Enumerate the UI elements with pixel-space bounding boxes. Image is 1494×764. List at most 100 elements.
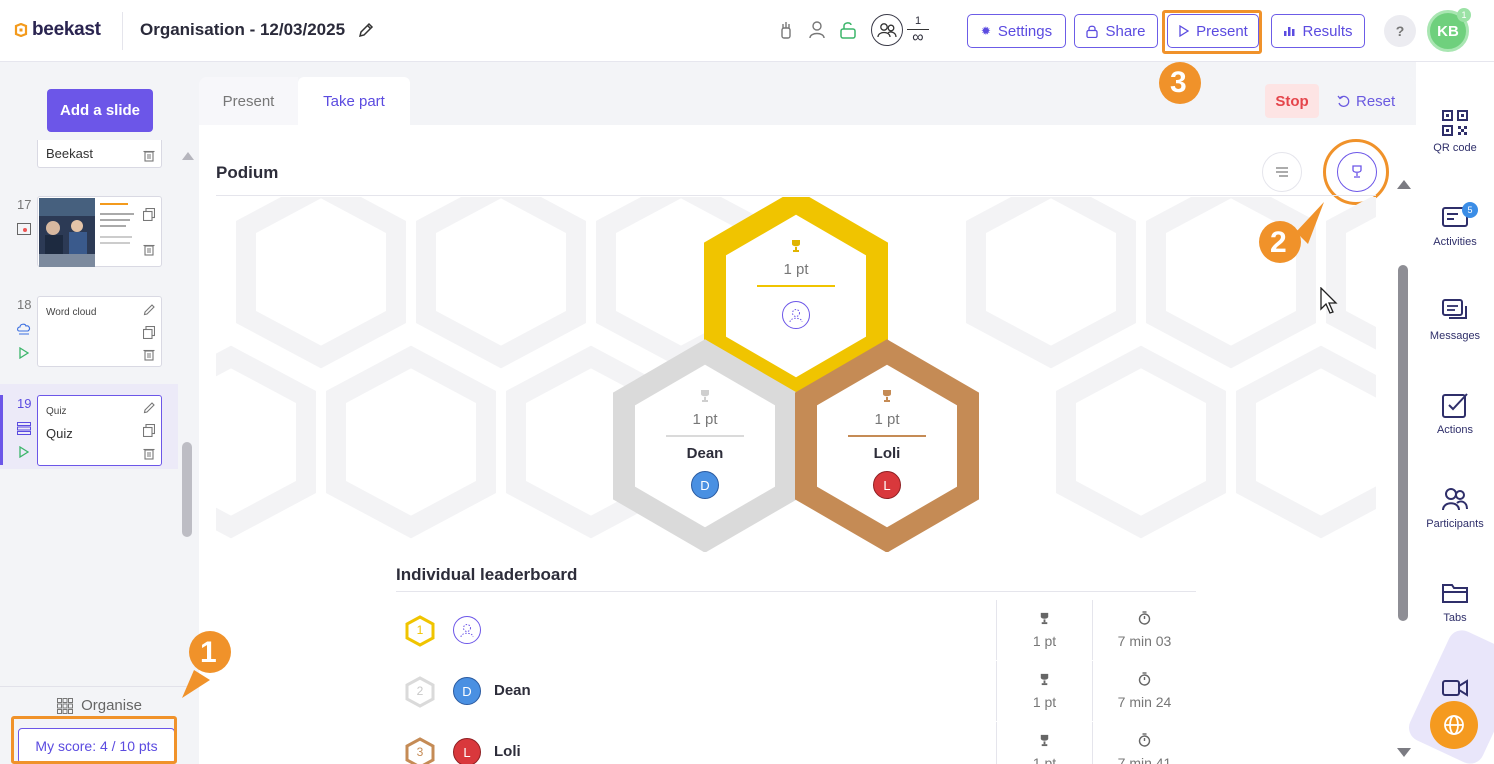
list-icon — [1276, 167, 1288, 177]
trash-icon[interactable] — [143, 447, 155, 460]
rail-label: Tabs — [1443, 612, 1467, 624]
unlocked-icon[interactable] — [839, 20, 857, 40]
tab-present[interactable]: Present — [199, 77, 298, 125]
gold-trophy-icon — [792, 240, 800, 252]
leaderboard-name: Dean — [494, 682, 531, 699]
tab-take-part[interactable]: Take part — [298, 77, 410, 125]
content-scroll-down-icon[interactable] — [1397, 748, 1411, 757]
second-place-divider — [666, 435, 744, 437]
language-button[interactable] — [1430, 701, 1478, 749]
leaderboard-time: 7 min 24 — [1117, 694, 1172, 710]
first-place-divider — [757, 285, 835, 287]
points-column: 1 pt — [996, 600, 1092, 660]
organise-label: Organise — [81, 697, 142, 714]
view-tabs: Present Take part Stop Reset — [199, 77, 1416, 125]
quiz-icon — [17, 422, 31, 435]
rail-participants[interactable]: Participants — [1416, 486, 1494, 530]
beekast-logo-icon — [14, 23, 28, 37]
connected-count: 1 — [914, 15, 922, 27]
trophy-icon — [1040, 734, 1049, 746]
rail-qr-code[interactable]: QR code — [1416, 110, 1494, 154]
top-bar: beekast Organisation - 12/03/2025 1 ∞ ✹ … — [0, 0, 1494, 62]
user-icon[interactable] — [808, 20, 826, 40]
rail-label: Messages — [1429, 330, 1481, 342]
trash-icon[interactable] — [143, 243, 155, 256]
rail-label: Actions — [1436, 424, 1474, 436]
anonymous-user-icon — [460, 624, 474, 638]
settings-button[interactable]: ✹ Settings — [967, 14, 1066, 48]
rank-number: 2 — [416, 684, 424, 698]
results-button[interactable]: Results — [1271, 14, 1365, 48]
hand-raise-icon[interactable] — [777, 20, 795, 40]
second-place-avatar: D — [691, 471, 719, 499]
slide-card-18[interactable]: Word cloud — [37, 296, 162, 367]
rail-tabs[interactable]: Tabs — [1416, 580, 1494, 624]
leaderboard-avatar: L — [453, 738, 481, 764]
callout-number: 2 — [1270, 226, 1287, 259]
callout-marker-2 — [1259, 202, 1324, 263]
leaderboard-row: 2 D Dean 1 pt 7 min 24 — [396, 661, 1196, 721]
gear-icon: ✹ — [980, 24, 991, 38]
add-slide-button[interactable]: Add a slide — [47, 89, 153, 132]
header-divider — [122, 12, 123, 50]
leaderboard-points: 1 pt — [1032, 693, 1057, 710]
messages-icon — [1442, 299, 1467, 319]
content-scrollbar[interactable] — [1398, 265, 1408, 621]
slide-card-beekast[interactable]: Beekast — [37, 140, 162, 168]
play-slide-icon[interactable] — [19, 347, 29, 359]
rail-actions[interactable]: Actions — [1416, 392, 1494, 436]
first-place-points: 1 pt — [783, 261, 809, 278]
video-camera-icon[interactable] — [1442, 678, 1468, 698]
third-place-name: Loli — [873, 445, 901, 462]
list-view-button[interactable] — [1262, 152, 1302, 192]
slide-card-19[interactable]: Quiz Quiz — [37, 395, 162, 466]
play-slide-icon[interactable] — [19, 446, 29, 458]
selected-slide-indicator — [0, 395, 3, 465]
slide-number: 18 — [17, 297, 32, 312]
podium-title: Podium — [216, 163, 279, 182]
reset-button[interactable]: Reset — [1337, 84, 1401, 118]
help-button[interactable]: ? — [1384, 15, 1416, 47]
slides-scrollbar[interactable] — [182, 442, 192, 537]
rail-messages[interactable]: Messages — [1416, 298, 1494, 342]
participants-icon — [1442, 488, 1468, 511]
stop-button[interactable]: Stop — [1265, 84, 1319, 118]
rail-label: Activities — [1433, 236, 1477, 248]
trophy-icon — [1040, 673, 1049, 685]
right-rail: QR code 5 Activities Messages Actions Pa… — [1404, 62, 1494, 764]
rank-number: 3 — [416, 745, 424, 759]
slide-17-text-thumbnail — [100, 203, 140, 244]
edit-icon[interactable] — [143, 401, 155, 414]
rail-activities[interactable]: 5 Activities — [1416, 202, 1494, 248]
duplicate-icon[interactable] — [143, 208, 155, 221]
callout-number: 3 — [1170, 66, 1187, 99]
trash-icon[interactable] — [143, 348, 155, 361]
first-place-avatar — [782, 301, 810, 329]
edit-pencil-icon[interactable] — [356, 20, 376, 40]
rail-label: Participants — [1426, 518, 1484, 530]
settings-label: Settings — [997, 22, 1053, 40]
avatar-badge: 1 — [1457, 8, 1471, 22]
image-slide-icon — [17, 223, 31, 235]
main-panel: Present Take part Stop Reset Podium 1 pt… — [199, 77, 1416, 764]
trash-icon[interactable] — [143, 149, 155, 162]
slide-type: Word cloud — [46, 307, 97, 318]
duplicate-icon[interactable] — [143, 326, 155, 339]
slides-scroll-up-icon[interactable] — [182, 152, 194, 160]
slide-type: Quiz — [46, 406, 67, 417]
points-column: 1 pt — [996, 722, 1092, 764]
logo[interactable]: beekast — [14, 19, 101, 41]
leaderboard-name: Loli — [494, 743, 521, 760]
content-scroll-up-icon[interactable] — [1397, 180, 1411, 189]
slide-17-photo-thumbnail — [39, 198, 95, 267]
lock-icon — [1086, 25, 1099, 38]
share-button[interactable]: Share — [1074, 14, 1158, 48]
duplicate-icon[interactable] — [143, 424, 155, 437]
edit-icon[interactable] — [143, 303, 155, 316]
slide-number: 19 — [17, 396, 32, 411]
leaderboard-points: 1 pt — [1032, 754, 1057, 764]
slide-card-17[interactable] — [37, 196, 162, 267]
participants-counter[interactable]: 1 ∞ — [871, 12, 933, 48]
results-label: Results — [1302, 22, 1353, 40]
share-label: Share — [1105, 22, 1146, 40]
